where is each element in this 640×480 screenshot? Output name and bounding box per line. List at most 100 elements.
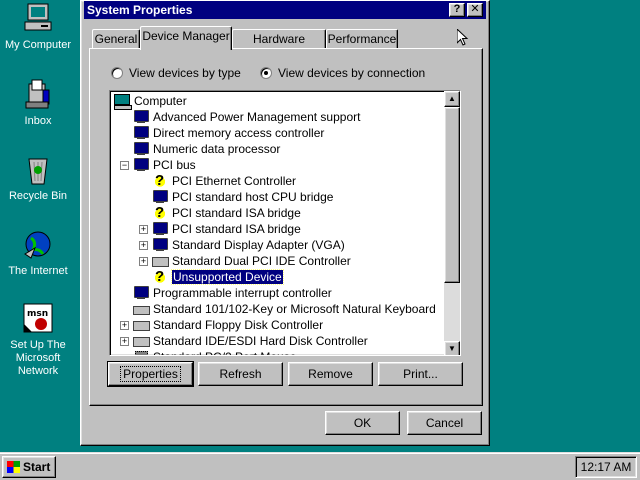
tree-label: PCI bus [153,158,196,172]
tree-item[interactable]: PCI standard host CPU bridge [152,189,333,205]
device-tree[interactable]: Computer Advanced Power Management suppor… [109,90,461,356]
remove-button-label: Remove [308,367,353,381]
dialog-title: System Properties [87,3,193,17]
computer-icon [114,94,132,110]
warning-icon [152,268,168,285]
desktop-icon-label: Inbox [24,115,52,127]
monitor-icon [152,238,168,252]
tree-label: PCI standard ISA bridge [172,206,301,220]
tree-item[interactable]: Advanced Power Management support [133,109,360,125]
tree-item[interactable]: Direct memory access controller [133,125,324,141]
monitor-icon [133,126,149,140]
view-by-connection-option[interactable]: View devices by connection [260,66,425,80]
monitor-icon [152,222,168,236]
tree-label: Advanced Power Management support [153,110,361,124]
desktop-icon-my-computer[interactable]: My Computer [0,2,76,52]
properties-button-label: Properties [120,366,181,382]
tree-item[interactable]: Standard 101/102-Key or Microsoft Natura… [133,301,436,317]
tree-item[interactable]: Unsupported Device [152,268,284,285]
close-button[interactable]: ✕ [467,3,483,17]
radio-view-by-type[interactable] [111,67,123,79]
remove-button[interactable]: Remove [288,362,373,386]
desktop-icon-the-internet[interactable]: The Internet [0,228,76,278]
expand-icon[interactable]: + [120,320,129,330]
ok-button[interactable]: OK [325,411,400,435]
tree-label: Standard Display Adapter (VGA) [172,238,345,252]
monitor-icon [133,142,149,156]
system-properties-dialog: System Properties ? ✕ General Device Man… [80,0,490,446]
print-button-label: Print... [403,367,438,381]
device-manager-panel: View devices by type View devices by con… [89,48,483,406]
tree-label: Computer [134,94,187,108]
expand-icon[interactable]: + [139,240,148,250]
windows-logo-icon [7,461,20,473]
tree-item[interactable]: PCI standard ISA bridge [152,204,301,221]
monitor-icon [152,190,168,204]
desktop-icon-recycle-bin[interactable]: Recycle Bin [0,153,76,203]
tab-device-manager[interactable]: Device Manager [140,26,232,50]
tree-label: Standard IDE/ESDI Hard Disk Controller [153,334,368,348]
refresh-button[interactable]: Refresh [198,362,283,386]
tree-item[interactable]: PCI Ethernet Controller [152,172,297,189]
expand-icon[interactable]: + [139,256,148,266]
monitor-icon [133,158,149,172]
tree-item[interactable]: − PCI bus [120,157,196,173]
collapse-icon[interactable]: − [120,160,129,170]
tree-item[interactable]: Computer [114,93,187,110]
drive-icon [152,254,169,268]
view-by-type-option[interactable]: View devices by type [111,66,241,80]
desktop-icon-label: Set Up The Microsoft Network [10,339,66,377]
scroll-up-button[interactable]: ▲ [444,91,460,107]
tree-scrollbar[interactable]: ▲ ▼ [444,91,460,355]
tree-label: PCI standard ISA bridge [172,222,301,236]
scroll-down-button[interactable]: ▼ [444,341,460,355]
tree-item[interactable]: + Standard IDE/ESDI Hard Disk Controller [120,333,368,349]
tree-label: PCI Ethernet Controller [172,174,297,188]
desktop-icon-label: The Internet [8,265,68,277]
desktop-icon-inbox[interactable]: Inbox [0,78,76,128]
monitor-icon [133,110,149,124]
expand-icon[interactable]: + [139,224,148,234]
radio-label: View devices by type [129,66,241,80]
radio-label: View devices by connection [278,66,426,80]
tree-label: Standard Dual PCI IDE Controller [172,254,351,268]
svg-text:msn: msn [27,309,48,319]
drive-icon [133,334,150,348]
msn-icon: msn [21,302,55,336]
radio-view-by-connection[interactable] [260,67,272,79]
tree-item[interactable]: + PCI standard ISA bridge [139,221,301,237]
tab-hardware-profiles[interactable]: Hardware Profiles [232,29,326,64]
tree-item[interactable]: + Standard Dual PCI IDE Controller [139,253,351,269]
tree-label: Standard PC/2 Port Mouse [153,350,296,355]
scroll-thumb[interactable] [444,107,460,283]
cancel-button[interactable]: Cancel [407,411,482,435]
print-button[interactable]: Print... [378,362,463,386]
tree-item[interactable]: Standard PC/2 Port Mouse [133,349,296,355]
tree-item[interactable]: Numeric data processor [133,141,280,157]
my-computer-icon [21,2,55,36]
tree-label: Programmable interrupt controller [153,286,332,300]
properties-button[interactable]: Properties [107,361,194,387]
tree-item[interactable]: + Standard Display Adapter (VGA) [139,237,345,253]
keyboard-icon [133,302,150,316]
tree-label: Numeric data processor [153,142,281,156]
tree-label: PCI standard host CPU bridge [172,190,334,204]
mouse-pointer-icon [457,29,469,46]
refresh-button-label: Refresh [219,367,262,381]
start-label: Start [23,460,51,474]
tree-item[interactable]: Programmable interrupt controller [133,285,332,301]
help-button[interactable]: ? [449,3,465,17]
tree-item[interactable]: + Standard Floppy Disk Controller [120,317,323,333]
clock[interactable]: 12:17 AM [581,460,632,474]
start-button[interactable]: Start [2,456,56,478]
tab-performance[interactable]: Performance [326,29,398,49]
cancel-button-label: Cancel [425,416,464,430]
dialog-titlebar[interactable]: System Properties ? ✕ [84,1,486,19]
expand-icon[interactable]: + [120,336,129,346]
tab-general[interactable]: General [92,29,140,49]
desktop-icon-msn[interactable]: msn Set Up The Microsoft Network [0,302,76,378]
warning-icon [152,172,168,189]
monitor-icon [133,286,149,300]
ok-button-label: OK [353,416,372,430]
taskbar: Start 12:17 AM [0,452,640,480]
